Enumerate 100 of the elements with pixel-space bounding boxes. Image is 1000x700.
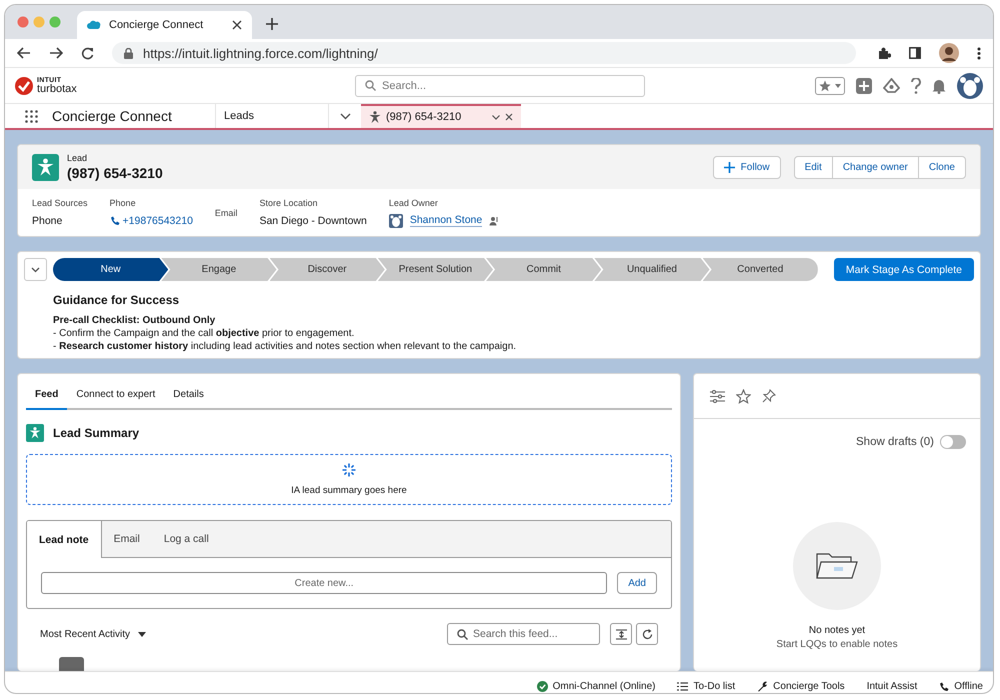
favorites-button[interactable] [815,76,845,94]
filter-sliders-icon[interactable] [710,390,725,402]
checklist-item: - Research customer history including lead activities and notes section when relevant to the campaign. [53,341,518,352]
caret-icon [138,632,146,636]
add-icon[interactable] [856,78,872,94]
field-label: Phone [110,198,137,208]
wrench-icon [757,681,768,692]
path-stage[interactable]: Converted [702,258,818,281]
address-bar[interactable]: https://intuit.lightning.force.com/lightning/ [112,42,856,64]
app-name: Concierge Connect [52,108,172,124]
avatar-icon[interactable] [957,72,983,98]
new-tab-icon[interactable] [266,18,278,30]
add-button[interactable]: Add [617,572,657,594]
app-launcher-icon[interactable] [25,110,38,122]
browser-tab[interactable]: Concierge Connect [77,11,252,39]
back-icon[interactable] [17,47,31,59]
lead-icon [32,154,59,180]
bell-icon[interactable] [932,78,946,94]
feed-tab[interactable]: Connect to expert [67,382,164,410]
lock-icon [124,48,133,58]
puzzle-icon[interactable] [878,46,891,60]
note-input[interactable]: Create new... [41,572,608,594]
refresh-icon [642,628,652,640]
star-icon[interactable] [736,388,751,404]
collapse-all-button[interactable] [610,623,632,645]
action-button[interactable]: Change owner [832,156,919,178]
path-stage[interactable]: New [53,258,168,281]
drafts-toggle[interactable] [940,435,966,449]
path-stage[interactable]: Unqualified [594,258,710,281]
change-owner-icon[interactable] [489,216,500,226]
person-icon [369,111,381,123]
phone-icon [939,682,950,692]
user-avatar-icon [388,214,403,228]
feed-search-field[interactable]: Search this feed... [447,623,600,645]
workspace-tab[interactable]: (987) 654-3210 [361,104,521,128]
chevron-down-icon[interactable] [492,114,500,120]
avatar-icon[interactable] [939,43,959,63]
checklist-item: - Confirm the Campaign and the call objective prior to engagement. [53,328,356,339]
close-icon[interactable] [505,113,513,121]
summary-field[interactable]: IA lead summary goes here [26,454,672,505]
path-stage[interactable]: Engage [161,258,277,281]
composer-tab[interactable]: Lead note [27,521,102,558]
logo-product: turbotax [37,84,77,94]
field-label: Lead Owner [388,198,439,208]
owner-link[interactable]: Shannon Stone [410,214,482,227]
composer-tab[interactable]: Log a call [152,521,221,557]
list-icon [677,682,688,691]
pin-icon[interactable] [762,389,776,403]
path-stage[interactable]: Commit [486,258,602,281]
field-value: Phone [32,214,64,228]
mark-complete-button[interactable]: Mark Stage As Complete [834,258,974,281]
nav-item[interactable]: Leads [216,104,329,128]
utility-item[interactable]: Concierge Tools [757,681,845,692]
guidance-title: Guidance for Success [53,293,180,307]
record-title: (987) 654-3210 [67,165,163,181]
lead-icon [26,424,44,442]
forward-icon[interactable] [49,47,63,59]
caret-icon [835,84,841,88]
phone-link[interactable]: +19876543210 [122,214,193,226]
field-label: Store Location [259,198,318,208]
path-stage[interactable]: Discover [270,258,385,281]
follow-button[interactable]: Follow [712,156,781,178]
plus-icon [724,162,735,172]
drafts-label: Show drafts (0) [856,436,934,448]
checkmark-logo-icon [15,76,33,94]
trailhead-icon[interactable] [883,78,900,93]
empty-state-hint: Start LQQs to enable notes [776,639,898,650]
field-label: Email [214,208,238,218]
help-icon[interactable] [911,78,921,94]
more-icon[interactable] [977,46,981,60]
star-icon [819,80,831,92]
feed-tab[interactable]: Feed [26,382,68,410]
close-icon[interactable] [232,20,242,30]
utility-item[interactable]: Omni-Channel (Online) [536,681,656,692]
field-value: San Diego - Downtown [259,214,367,228]
chevron-down-icon[interactable] [340,112,350,120]
phone-icon [110,216,120,226]
utility-item[interactable]: To-Do list [677,681,736,692]
cloud-icon [87,20,101,30]
search-field[interactable]: Search... [355,74,645,96]
sort-dropdown[interactable]: Most Recent Activity [40,628,146,640]
action-button[interactable]: Clone [918,156,966,178]
empty-state-title: No notes yet [808,625,866,636]
chevron-down-icon [31,266,40,272]
reload-icon[interactable] [81,46,94,60]
path-stage[interactable]: Present Solution [378,258,494,281]
checklist-title: Pre-call Checklist: Outbound Only [53,315,216,326]
post-avatar-icon [59,657,84,671]
section-title: Lead Summary [53,426,140,440]
utility-item[interactable]: Intuit Assist [866,681,918,692]
composer-tab[interactable]: Email [102,521,152,557]
sidebar-icon[interactable] [909,47,921,59]
refresh-button[interactable] [636,623,658,645]
feed-tab[interactable]: Details [164,382,213,410]
sparkle-icon [342,463,356,477]
record-type: Lead [67,153,88,163]
action-button[interactable]: Edit [794,156,833,178]
field-label: Lead Sources [32,198,88,208]
collapse-icon [616,628,626,640]
utility-item[interactable]: Offline [939,681,983,692]
